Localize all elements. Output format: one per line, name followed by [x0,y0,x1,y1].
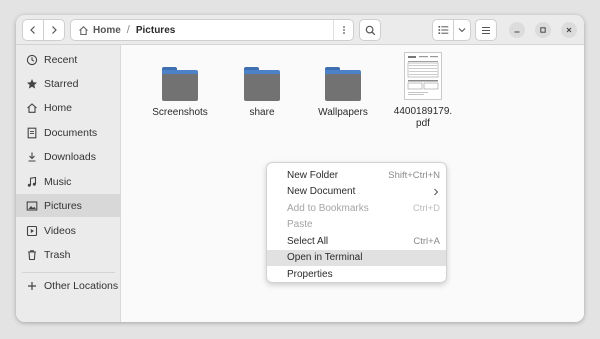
context-menu: New Folder Shift+Ctrl+N New Document Add… [266,162,447,283]
sidebar-item-recent[interactable]: Recent [16,48,121,71]
vertical-dots-icon [342,26,345,34]
path-menu-button[interactable] [333,20,353,40]
chevron-right-icon [52,26,57,34]
download-icon [25,150,39,164]
maximize-button[interactable] [535,22,551,38]
home-icon [25,101,39,115]
folder-icon [244,67,280,101]
home-icon [78,25,89,36]
path-separator: / [126,24,130,36]
sidebar-item-label: Downloads [44,150,96,163]
menu-item-new-document[interactable]: New Document [267,184,446,201]
plus-icon [25,279,39,293]
sidebar-item-videos[interactable]: Videos [16,219,121,242]
header-bar: Home / Pictures [16,15,584,45]
sidebar-item-starred[interactable]: Starred [16,72,121,95]
path-home-segment[interactable]: Home [93,25,121,36]
path-bar: Home / Pictures [70,19,354,41]
search-button[interactable] [359,19,381,41]
sidebar-item-label: Recent [44,53,78,66]
clock-icon [25,53,39,67]
sidebar-item-home[interactable]: Home [16,96,121,119]
file-name: 4400189179. pdf [393,106,453,129]
sidebar-item-documents[interactable]: Documents [16,121,121,144]
music-icon [25,175,39,189]
shortcut-label: Ctrl+A [413,235,440,247]
document-icon [25,126,39,140]
menu-item-select-all[interactable]: Select All Ctrl+A [267,233,446,250]
shortcut-label: Shift+Ctrl+N [388,169,440,181]
video-icon [25,224,39,238]
folder-item[interactable]: share [224,67,300,119]
menu-item-properties[interactable]: Properties [267,266,446,283]
search-icon [365,25,375,35]
menu-item-open-in-terminal[interactable]: Open in Terminal [267,249,446,266]
sidebar-item-label: Documents [44,126,98,139]
pdf-thumbnail-icon [404,52,442,100]
minimize-button[interactable] [509,22,525,38]
sidebar-item-label: Home [44,101,73,114]
sidebar-item-label: Pictures [44,199,82,212]
sidebar-item-trash[interactable]: Trash [16,243,121,266]
file-name: Wallpapers [318,107,368,118]
folder-icon [325,67,361,101]
folder-item[interactable]: Screenshots [142,67,218,119]
sidebar-item-music[interactable]: Music [16,170,121,193]
shortcut-label: Ctrl+D [412,202,440,214]
back-button[interactable] [22,19,44,41]
sidebar-item-label: Trash [44,248,71,261]
sidebar-item-label: Videos [44,224,76,237]
sidebar-divider [22,272,115,273]
close-button[interactable] [561,22,577,38]
folder-icon [162,67,198,101]
minimize-icon [514,31,520,33]
menu-item-paste: Paste [287,219,313,231]
main-menu-button[interactable] [475,19,497,41]
star-icon [25,77,39,91]
chevron-right-icon [434,188,439,195]
sidebar: Recent Starred Home Documents Downloads … [16,45,121,322]
sidebar-item-label: Starred [44,77,79,90]
menu-item-new-folder[interactable]: New Folder Shift+Ctrl+N [267,167,446,184]
menu-item-add-to-bookmarks: Add to Bookmarks Ctrl+D [287,202,440,214]
list-view-icon [438,26,448,34]
forward-button[interactable] [43,19,65,41]
sidebar-item-other-locations[interactable]: Other Locations [16,274,121,297]
folder-item[interactable]: Wallpapers [305,67,381,119]
sidebar-item-label: Other Locations [44,279,119,292]
maximize-icon [540,27,546,33]
file-name: Screenshots [152,107,208,118]
sidebar-item-label: Music [44,175,72,188]
sidebar-item-pictures[interactable]: Pictures [16,194,121,217]
chevron-left-icon [30,26,35,34]
trash-icon [25,248,39,262]
picture-icon [25,199,39,213]
close-icon [566,27,572,33]
sidebar-item-downloads[interactable]: Downloads [16,145,121,168]
path-current-segment[interactable]: Pictures [136,25,175,36]
chevron-down-icon [458,28,466,33]
file-name: share [249,107,275,118]
hamburger-menu-icon [482,26,490,34]
view-mode-button[interactable] [432,19,454,41]
pdf-file-item[interactable]: 4400189179. pdf [385,52,461,130]
view-options-dropdown[interactable] [453,19,471,41]
